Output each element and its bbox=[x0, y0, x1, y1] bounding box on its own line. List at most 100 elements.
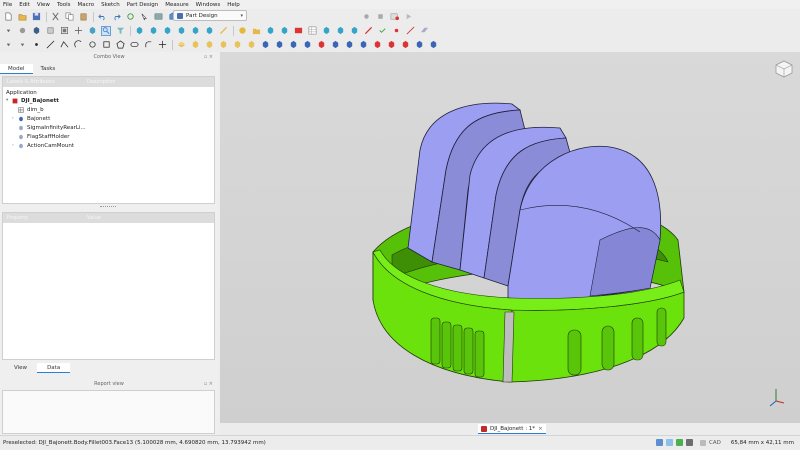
labels-header[interactable]: Labels & Attributes bbox=[3, 79, 83, 85]
model-render[interactable] bbox=[220, 52, 800, 423]
record-macro-icon[interactable] bbox=[361, 12, 371, 22]
menu-view[interactable]: View bbox=[37, 2, 50, 8]
view-front-icon[interactable] bbox=[134, 26, 144, 36]
sketch-slot-icon[interactable] bbox=[129, 40, 139, 50]
report-view-output[interactable] bbox=[2, 390, 215, 434]
whats-this-icon[interactable] bbox=[139, 12, 149, 22]
bounding-box-icon[interactable] bbox=[45, 26, 55, 36]
macros-icon[interactable] bbox=[389, 12, 399, 22]
fillet-icon[interactable] bbox=[414, 40, 424, 50]
create-part-icon[interactable] bbox=[237, 26, 247, 36]
pad-dropdown-icon[interactable] bbox=[17, 40, 27, 50]
view-left-icon[interactable] bbox=[204, 26, 214, 36]
axonometric-icon[interactable] bbox=[87, 26, 97, 36]
panel-splitter[interactable] bbox=[100, 206, 116, 208]
redo-icon[interactable] bbox=[111, 12, 121, 22]
clone-icon[interactable] bbox=[321, 26, 331, 36]
sub-shape-binder-icon[interactable] bbox=[349, 26, 359, 36]
menu-file[interactable]: File bbox=[3, 2, 12, 8]
selection-filter-icon[interactable] bbox=[115, 26, 125, 36]
menu-tools[interactable]: Tools bbox=[57, 2, 71, 8]
close-icon[interactable]: × bbox=[538, 426, 543, 432]
zoom-icon[interactable] bbox=[101, 25, 111, 36]
menu-measure[interactable]: Measure bbox=[165, 2, 188, 8]
sketch-fillet-icon[interactable] bbox=[143, 40, 153, 50]
execute-macro-icon[interactable] bbox=[403, 12, 413, 22]
float-close-icons[interactable]: ▫ × bbox=[204, 381, 213, 387]
notification-icon[interactable] bbox=[655, 439, 663, 446]
undo-icon[interactable] bbox=[97, 12, 107, 22]
fit-selection-icon[interactable] bbox=[73, 26, 83, 36]
dropdown-arrow-icon[interactable] bbox=[3, 26, 13, 36]
subtractive-pipe-icon[interactable] bbox=[316, 40, 326, 50]
subtractive-loft-icon[interactable] bbox=[302, 40, 312, 50]
tab-model[interactable]: Model bbox=[0, 64, 33, 74]
navigation-style-selector[interactable]: CAD bbox=[699, 439, 721, 446]
chamfer-icon[interactable] bbox=[428, 40, 438, 50]
description-header[interactable]: Description bbox=[83, 79, 163, 85]
link-icon[interactable] bbox=[265, 26, 275, 36]
macro-icon[interactable] bbox=[153, 12, 163, 22]
view-bottom-icon[interactable] bbox=[190, 26, 200, 36]
tree-item-dim-b[interactable]: dim_b bbox=[3, 105, 214, 114]
datum-point-icon[interactable] bbox=[391, 26, 401, 36]
draw-style-icon[interactable] bbox=[31, 26, 41, 36]
sketch-polygon-icon[interactable] bbox=[115, 40, 125, 50]
multi-transform-icon[interactable] bbox=[400, 40, 410, 50]
tree-item-actioncam[interactable]: › ActionCamMount bbox=[3, 141, 214, 150]
stop-macro-icon[interactable] bbox=[375, 12, 385, 22]
sketch-point-icon[interactable] bbox=[31, 40, 41, 50]
groove-icon[interactable] bbox=[288, 40, 298, 50]
cut-icon[interactable] bbox=[50, 12, 60, 22]
sketch-line-icon[interactable] bbox=[45, 40, 55, 50]
tab-tasks[interactable]: Tasks bbox=[33, 64, 64, 74]
view-right-icon[interactable] bbox=[162, 26, 172, 36]
shape-binder-icon[interactable] bbox=[335, 26, 345, 36]
menu-edit[interactable]: Edit bbox=[19, 2, 30, 8]
measure-icon[interactable] bbox=[218, 26, 228, 36]
additive-loft-icon[interactable] bbox=[204, 40, 214, 50]
3d-viewport[interactable] bbox=[220, 52, 800, 423]
sketch-rectangle-icon[interactable] bbox=[101, 40, 111, 50]
fit-all-icon[interactable] bbox=[59, 26, 69, 36]
linear-pattern-icon[interactable] bbox=[372, 40, 382, 50]
mirrored-icon[interactable] bbox=[358, 40, 368, 50]
subtractive-helix-icon[interactable] bbox=[330, 40, 340, 50]
tree-item-document[interactable]: ▾ DJI_Bajonett bbox=[3, 96, 214, 105]
menu-sketch[interactable]: Sketch bbox=[101, 2, 120, 8]
document-tab[interactable]: DJI_Bajonett : 1* × bbox=[478, 424, 546, 434]
save-icon[interactable] bbox=[31, 12, 41, 22]
menu-macro[interactable]: Macro bbox=[78, 2, 95, 8]
workbench-selector[interactable]: Part Design ▾ bbox=[173, 10, 247, 21]
float-close-icons[interactable]: ▫ × bbox=[204, 54, 213, 60]
tab-data[interactable]: Data bbox=[37, 363, 71, 373]
polar-pattern-icon[interactable] bbox=[386, 40, 396, 50]
menu-windows[interactable]: Windows bbox=[196, 2, 221, 8]
spreadsheet-icon[interactable] bbox=[307, 26, 317, 36]
status-grey-icon[interactable] bbox=[685, 439, 693, 446]
revolution-icon[interactable] bbox=[190, 40, 200, 50]
hole-icon[interactable] bbox=[274, 40, 284, 50]
variable-set-icon[interactable] bbox=[293, 26, 303, 36]
additive-helix-icon[interactable] bbox=[232, 40, 242, 50]
dropdown-arrow-icon[interactable] bbox=[3, 40, 13, 50]
tree-item-sigma[interactable]: SigmaInfinityRearLi... bbox=[3, 123, 214, 132]
new-file-icon[interactable] bbox=[3, 12, 13, 22]
pad-icon[interactable] bbox=[176, 40, 186, 50]
sketch-trim-icon[interactable] bbox=[157, 40, 167, 50]
std-view-menu-icon[interactable] bbox=[17, 26, 27, 36]
tab-view[interactable]: View bbox=[4, 363, 37, 373]
dock-icon[interactable] bbox=[665, 439, 673, 446]
navigation-cube[interactable] bbox=[773, 58, 795, 80]
create-group-icon[interactable] bbox=[251, 26, 261, 36]
property-header-label[interactable]: Property bbox=[3, 215, 83, 221]
datum-plane-icon[interactable] bbox=[419, 26, 429, 36]
sketch-polyline-icon[interactable] bbox=[59, 40, 69, 50]
sketch-arc-icon[interactable] bbox=[73, 40, 83, 50]
tree-item-bajonett[interactable]: › Bajonett bbox=[3, 114, 214, 123]
additive-pipe-icon[interactable] bbox=[218, 40, 228, 50]
tree-item-flagstaff[interactable]: FlagStaffHolder bbox=[3, 132, 214, 141]
status-green-icon[interactable] bbox=[675, 439, 683, 446]
view-top-icon[interactable] bbox=[148, 26, 158, 36]
value-header-label[interactable]: Value bbox=[83, 215, 163, 221]
